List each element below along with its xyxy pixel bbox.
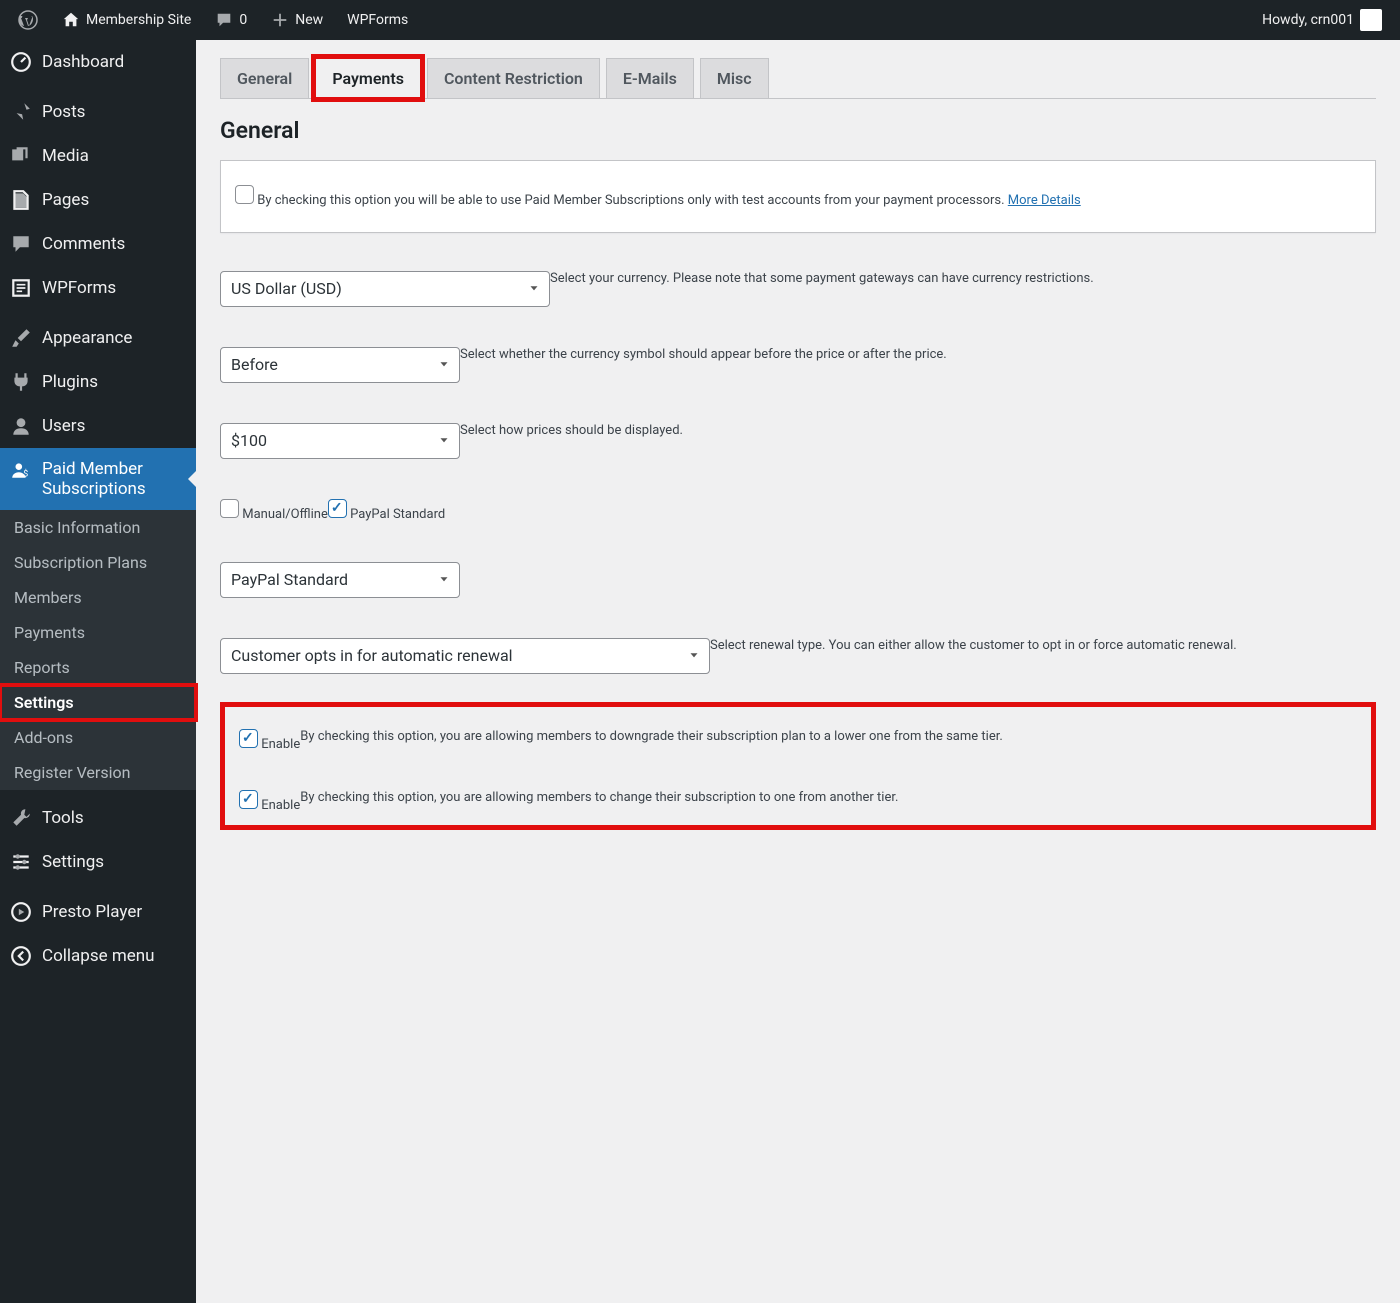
submenu-basic-information[interactable]: Basic Information (0, 510, 196, 545)
sidebar-item-collapse[interactable]: Collapse menu (0, 934, 196, 978)
sidebar-item-tools[interactable]: Tools (0, 796, 196, 840)
main-content: General Payments Content Restriction E-M… (196, 40, 1400, 848)
sidebar-item-posts[interactable]: Posts (0, 90, 196, 134)
user-icon (10, 415, 32, 437)
members-icon: $ (10, 459, 32, 481)
submenu-members[interactable]: Members (0, 580, 196, 615)
sidebar-item-media[interactable]: Media (0, 134, 196, 178)
admin-sidebar: Dashboard Posts Media Pages Comments WPF… (0, 40, 196, 1303)
sidebar-item-pages[interactable]: Pages (0, 178, 196, 222)
sidebar-item-settings[interactable]: Settings (0, 840, 196, 884)
row-change: Enable By checking this option, you are … (239, 780, 1357, 813)
select-currency[interactable]: US Dollar (USD) (220, 271, 550, 307)
checkbox-downgrades[interactable] (239, 729, 258, 748)
gateway-manual[interactable]: Manual/Offline (220, 499, 328, 522)
submenu-payments[interactable]: Payments (0, 615, 196, 650)
page-heading: General (220, 117, 1376, 144)
admin-bar: Membership Site 0 New WPForms Howdy, crn… (0, 0, 1400, 40)
change-enable[interactable]: Enable (239, 790, 300, 813)
sidebar-item-presto-player[interactable]: Presto Player (0, 890, 196, 934)
select-currency-position[interactable]: Before (220, 347, 460, 383)
home-icon (62, 11, 80, 29)
site-link[interactable]: Membership Site (54, 11, 199, 29)
downgrades-enable[interactable]: Enable (239, 729, 300, 752)
select-default-gateway[interactable]: PayPal Standard (220, 562, 460, 598)
sidebar-submenu: Basic Information Subscription Plans Mem… (0, 510, 196, 790)
comment-icon (215, 11, 233, 29)
sidebar-item-appearance[interactable]: Appearance (0, 316, 196, 360)
sidebar-item-comments[interactable]: Comments (0, 222, 196, 266)
comments-link[interactable]: 0 (207, 11, 255, 29)
comment-icon (10, 233, 32, 255)
wpforms-adminbar[interactable]: WPForms (339, 12, 416, 28)
row-price-format: $100 Select how prices should be display… (220, 403, 1376, 479)
new-label: New (295, 12, 323, 28)
desc-price-format: Select how prices should be displayed. (460, 423, 683, 438)
row-default-gateway: PayPal Standard (220, 542, 1376, 618)
pages-icon (10, 189, 32, 211)
sidebar-item-dashboard[interactable]: Dashboard (0, 40, 196, 84)
sidebar-item-wpforms[interactable]: WPForms (0, 266, 196, 310)
submenu-subscription-plans[interactable]: Subscription Plans (0, 545, 196, 580)
link-more-details[interactable]: More Details (1008, 193, 1081, 208)
submenu-reports[interactable]: Reports (0, 650, 196, 685)
svg-text:$: $ (23, 469, 28, 480)
sidebar-item-plugins[interactable]: Plugins (0, 360, 196, 404)
sliders-icon (10, 851, 32, 873)
play-icon (10, 901, 32, 923)
settings-tabs: General Payments Content Restriction E-M… (220, 58, 1376, 99)
desc-currency: Select your currency. Please note that s… (550, 271, 1094, 286)
desc-change: By checking this option, you are allowin… (300, 790, 898, 805)
wrench-icon (10, 807, 32, 829)
row-gateways: Manual/Offline PayPal Standard (220, 479, 1376, 542)
checkbox-test-mode[interactable] (235, 185, 254, 204)
submenu-register-version[interactable]: Register Version (0, 755, 196, 790)
desc-downgrades: By checking this option, you are allowin… (300, 729, 1003, 744)
tab-payments[interactable]: Payments (315, 58, 421, 98)
row-test-mode: By checking this option you will be able… (220, 160, 1376, 233)
dashboard-icon (10, 51, 32, 73)
account-link[interactable]: Howdy, crn001 (1254, 9, 1390, 31)
row-currency-position: Before Select whether the currency symbo… (220, 327, 1376, 403)
gateway-paypal[interactable]: PayPal Standard (328, 499, 445, 522)
row-renewal: Customer opts in for automatic renewal S… (220, 618, 1376, 694)
tab-general[interactable]: General (220, 58, 309, 98)
row-downgrades: Enable By checking this option, you are … (239, 719, 1357, 780)
checkbox-gateway-manual[interactable] (220, 499, 239, 518)
media-icon (10, 145, 32, 167)
avatar (1360, 9, 1382, 31)
desc-renewal: Select renewal type. You can either allo… (710, 638, 1237, 653)
site-title: Membership Site (86, 12, 191, 28)
pin-icon (10, 101, 32, 123)
tab-misc[interactable]: Misc (700, 58, 769, 98)
select-price-format[interactable]: $100 (220, 423, 460, 459)
checkbox-change[interactable] (239, 790, 258, 809)
comment-count: 0 (239, 12, 247, 28)
desc-currency-position: Select whether the currency symbol shoul… (460, 347, 947, 362)
brush-icon (10, 327, 32, 349)
tab-content-restriction[interactable]: Content Restriction (427, 58, 600, 98)
wp-logo[interactable] (10, 10, 46, 30)
sidebar-item-users[interactable]: Users (0, 404, 196, 448)
wpforms-icon (10, 277, 32, 299)
wordpress-icon (18, 10, 38, 30)
submenu-add-ons[interactable]: Add-ons (0, 720, 196, 755)
new-link[interactable]: New (263, 11, 331, 29)
greeting: Howdy, crn001 (1262, 12, 1354, 28)
highlight-subscription-options: Enable By checking this option, you are … (220, 702, 1376, 830)
checkbox-label-test-mode[interactable]: By checking this option you will be able… (235, 185, 1081, 208)
row-currency: US Dollar (USD) Select your currency. Pl… (220, 251, 1376, 327)
submenu-settings[interactable]: Settings (0, 685, 196, 720)
plug-icon (10, 371, 32, 393)
sidebar-item-paid-member-subscriptions[interactable]: $ Paid Member Subscriptions (0, 448, 196, 510)
plus-icon (271, 11, 289, 29)
tab-emails[interactable]: E-Mails (606, 58, 694, 98)
select-renewal[interactable]: Customer opts in for automatic renewal (220, 638, 710, 674)
checkbox-gateway-paypal[interactable] (328, 499, 347, 518)
collapse-icon (10, 945, 32, 967)
